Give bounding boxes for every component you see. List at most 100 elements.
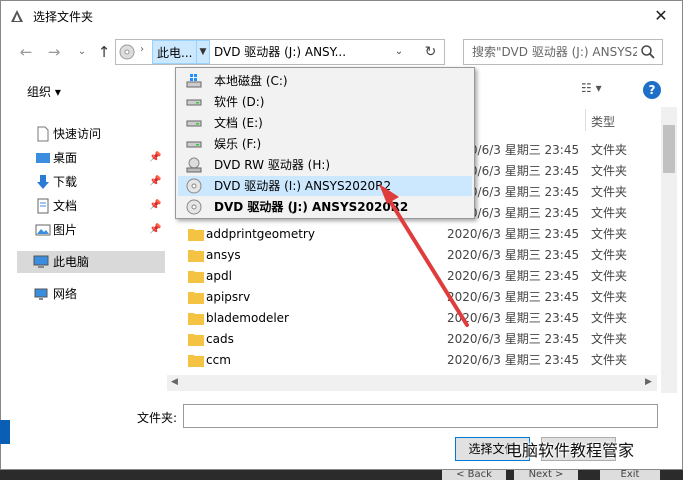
row-date: 2020/6/3 星期三 23:45 (447, 227, 580, 241)
wizard-next-button[interactable]: Next > (514, 470, 578, 480)
table-row[interactable]: addprintgeometry 2020/6/3 星期三 23:45 文件夹 (186, 224, 656, 245)
address-bar[interactable]: › 此电... ▼ DVD 驱动器 (J:) ANSY... ⌄ (115, 39, 445, 65)
sidebar-item-documents[interactable]: 文档 📌 (21, 195, 161, 217)
row-name: apipsrv (206, 290, 251, 304)
horizontal-scrollbar[interactable] (167, 375, 657, 391)
up-button[interactable]: ↑ (93, 41, 115, 63)
row-type: 文件夹 (591, 290, 628, 304)
wizard-back-button[interactable]: < Back (442, 470, 506, 480)
folder-icon (188, 292, 204, 304)
download-icon (37, 175, 49, 189)
drive-dropdown-menu: 本地磁盘 (C:) 软件 (D:) 文档 (E:) 娱乐 (F:) DVD RW… (175, 67, 475, 219)
address-dropdown-icon[interactable]: ⌄ (390, 40, 408, 64)
sidebar-item-label: 快速访问 (53, 127, 102, 141)
row-type: 文件夹 (591, 269, 628, 283)
search-input[interactable]: 搜索"DVD 驱动器 (J:) ANSYS2020R2" (472, 40, 637, 64)
row-type: 文件夹 (591, 164, 628, 178)
table-row[interactable]: apipsrv 2020/6/3 星期三 23:45 文件夹 (186, 287, 656, 308)
breadcrumb-current[interactable]: DVD 驱动器 (J:) ANSY... (214, 40, 346, 64)
dropdown-item-h[interactable]: DVD RW 驱动器 (H:) (178, 155, 472, 175)
drive-icon (186, 99, 202, 106)
close-button[interactable]: ✕ (647, 4, 675, 28)
scroll-left-icon[interactable]: ◀ (171, 377, 178, 387)
sidebar-item-downloads[interactable]: 下载 📌 (21, 171, 161, 193)
app-icon (11, 10, 23, 22)
dropdown-item-j[interactable]: DVD 驱动器 (J:) ANSYS2020R2 (178, 197, 472, 217)
folder-icon (188, 313, 204, 325)
folder-icon (188, 355, 204, 367)
watermark-text: 电脑软件教程管家 (506, 441, 635, 460)
dropdown-item-c[interactable]: 本地磁盘 (C:) (178, 71, 472, 91)
chevron-right-icon[interactable]: › (140, 44, 144, 55)
row-type: 文件夹 (591, 143, 628, 157)
search-box[interactable]: 搜索"DVD 驱动器 (J:) ANSYS2020R2" (463, 39, 663, 65)
dropdown-item-e[interactable]: 文档 (E:) (178, 113, 472, 133)
dropdown-item-i[interactable]: DVD 驱动器 (I:) ANSYS2020R2 (178, 176, 472, 196)
scroll-right-icon[interactable]: ▶ (645, 377, 652, 387)
picture-icon (35, 224, 51, 236)
dvd-rw-drive-icon (186, 157, 202, 173)
chevron-down-icon[interactable]: ▼ (196, 40, 210, 64)
desktop-icon (36, 153, 50, 163)
dropdown-item-label: DVD 驱动器 (J:) ANSYS2020R2 (214, 200, 409, 214)
row-name: blademodeler (206, 311, 289, 325)
pin-icon[interactable]: 📌 (149, 147, 161, 169)
dropdown-item-label: 文档 (E:) (214, 116, 263, 130)
forward-button[interactable]: → (43, 41, 65, 63)
row-name: ccm (206, 353, 231, 367)
row-date: 2020/6/3 星期三 23:45 (447, 353, 580, 367)
dropdown-item-label: DVD 驱动器 (I:) ANSYS2020R2 (214, 179, 392, 193)
row-name: cads (206, 332, 234, 346)
row-date: 2020/6/3 星期三 23:45 (447, 332, 580, 346)
sidebar-item-this-pc[interactable]: 此电脑 (17, 251, 165, 273)
pin-icon[interactable]: 📌 (149, 195, 161, 217)
recent-locations-button[interactable]: ⌄ (71, 41, 93, 63)
search-icon[interactable] (640, 44, 656, 60)
sidebar-item-pictures[interactable]: 图片 📌 (21, 219, 161, 241)
view-options-button[interactable]: ☷ ▾ (581, 81, 621, 99)
folder-icon (188, 271, 204, 283)
network-icon (34, 288, 48, 300)
sidebar-item-label: 文档 (53, 199, 78, 213)
column-divider[interactable] (585, 109, 586, 131)
wizard-exit-button[interactable]: Exit (600, 470, 660, 480)
table-row[interactable]: ansys 2020/6/3 星期三 23:45 文件夹 (186, 245, 656, 266)
dropdown-item-label: 本地磁盘 (C:) (214, 74, 288, 88)
folder-icon (188, 229, 204, 241)
table-row[interactable]: ccm 2020/6/3 星期三 23:45 文件夹 (186, 350, 656, 371)
breadcrumb-this-pc[interactable]: 此电... (152, 40, 198, 64)
dropdown-item-d[interactable]: 软件 (D:) (178, 92, 472, 112)
row-type: 文件夹 (591, 248, 628, 262)
dropdown-item-f[interactable]: 娱乐 (F:) (178, 134, 472, 154)
window-title: 选择文件夹 (33, 10, 94, 24)
document-icon (37, 198, 49, 214)
sidebar-item-network[interactable]: 网络 (17, 283, 157, 305)
row-date: 2020/6/3 星期三 23:45 (447, 290, 580, 304)
back-button[interactable]: ← (15, 41, 37, 63)
folder-icon (188, 334, 204, 346)
table-row[interactable]: blademodeler 2020/6/3 星期三 23:45 文件夹 (186, 308, 656, 329)
sidebar-item-label: 网络 (53, 287, 78, 301)
row-type: 文件夹 (591, 185, 628, 199)
sidebar-item-quick-access[interactable]: 快速访问 (21, 123, 161, 145)
windows-drive-icon (186, 74, 202, 88)
dropdown-item-label: DVD RW 驱动器 (H:) (214, 158, 331, 172)
column-header-type[interactable]: 类型 (591, 113, 615, 130)
drive-icon (186, 120, 202, 127)
organize-menu[interactable]: 组织 ▾ (27, 83, 61, 100)
row-name: addprintgeometry (206, 227, 315, 241)
pin-icon[interactable]: 📌 (149, 219, 161, 241)
folder-input[interactable] (183, 404, 658, 428)
refresh-button[interactable]: ↻ (417, 39, 445, 65)
disc-icon (186, 199, 202, 215)
vertical-scrollbar-thumb[interactable] (663, 125, 675, 173)
folder-label: 文件夹: (137, 411, 178, 425)
background-window-edge (0, 420, 10, 444)
sidebar-item-label: 下载 (53, 175, 78, 189)
pin-icon[interactable]: 📌 (149, 171, 161, 193)
table-row[interactable]: cads 2020/6/3 星期三 23:45 文件夹 (186, 329, 656, 350)
help-button[interactable]: ? (643, 81, 661, 99)
row-type: 文件夹 (591, 227, 628, 241)
table-row[interactable]: apdl 2020/6/3 星期三 23:45 文件夹 (186, 266, 656, 287)
sidebar-item-desktop[interactable]: 桌面 📌 (21, 147, 161, 169)
